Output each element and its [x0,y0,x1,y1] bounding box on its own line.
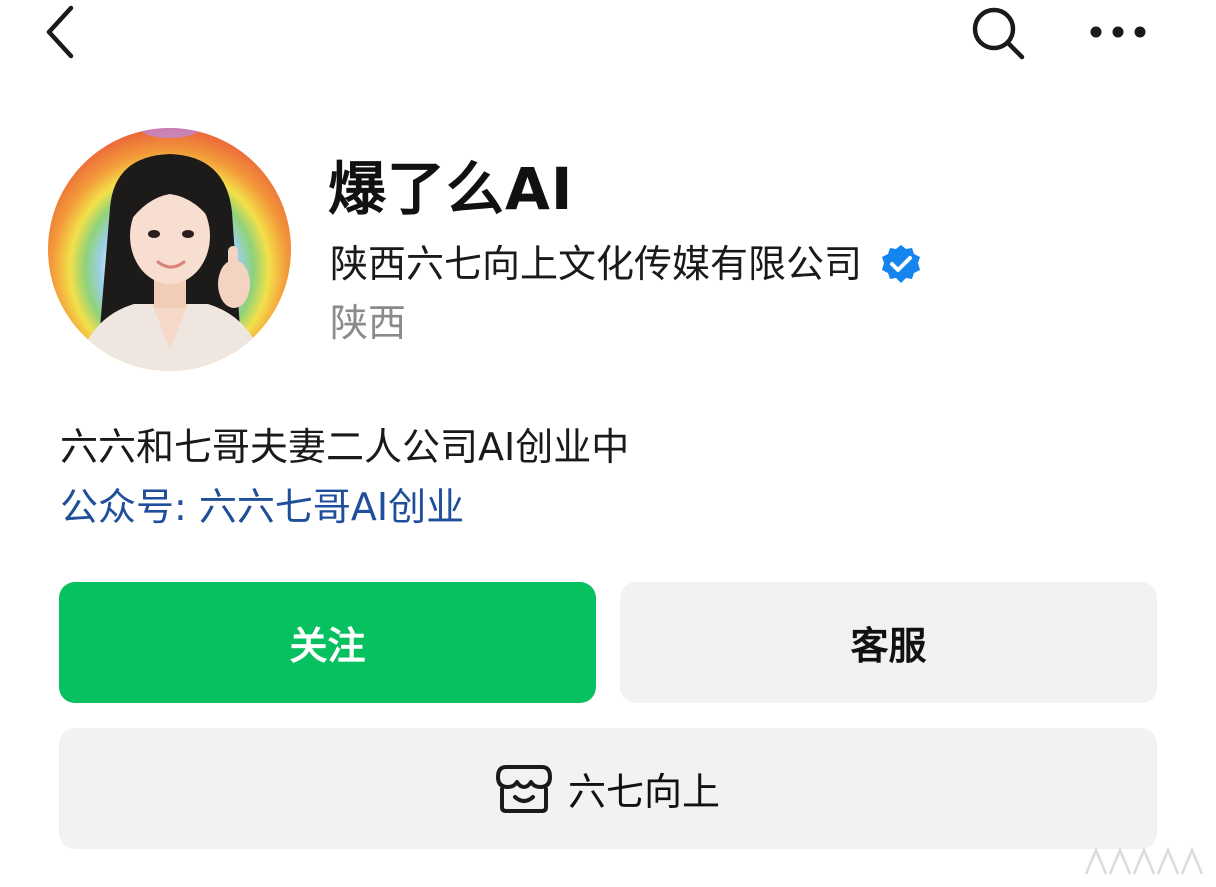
profile-page: 爆了么AI 陕西六七向上文化传媒有限公司 陕西 六六和七哥夫妻二人公司AI创业中… [0,0,1216,887]
avatar[interactable] [48,128,291,371]
chevron-left-icon [46,5,74,59]
watermark-logo [1084,846,1204,875]
customer-service-button-label: 客服 [850,624,927,668]
shop-store-icon [495,763,552,815]
back-button[interactable] [36,4,84,60]
more-button[interactable] [1084,10,1152,54]
search-icon [972,7,1025,60]
shop-button[interactable]: 六七向上 [59,728,1157,849]
official-account-link[interactable]: 公众号: 六六七哥AI创业 [60,480,464,534]
company-row[interactable]: 陕西六七向上文化传媒有限公司 [330,238,922,290]
customer-service-button[interactable]: 客服 [620,582,1157,703]
verified-badge-icon [880,243,922,285]
follow-button[interactable]: 关注 [59,582,596,703]
more-horizontal-icon [1090,26,1146,38]
bio-text: 六六和七哥夫妻二人公司AI创业中 [60,425,630,469]
company-name: 陕西六七向上文化传媒有限公司 [330,242,863,286]
search-button[interactable] [968,4,1028,62]
avatar-image [48,128,291,371]
shop-button-label: 六七向上 [567,770,720,814]
follow-button-label: 关注 [289,624,366,668]
account-name: 爆了么AI [328,155,574,223]
region-label: 陕西 [330,301,407,345]
